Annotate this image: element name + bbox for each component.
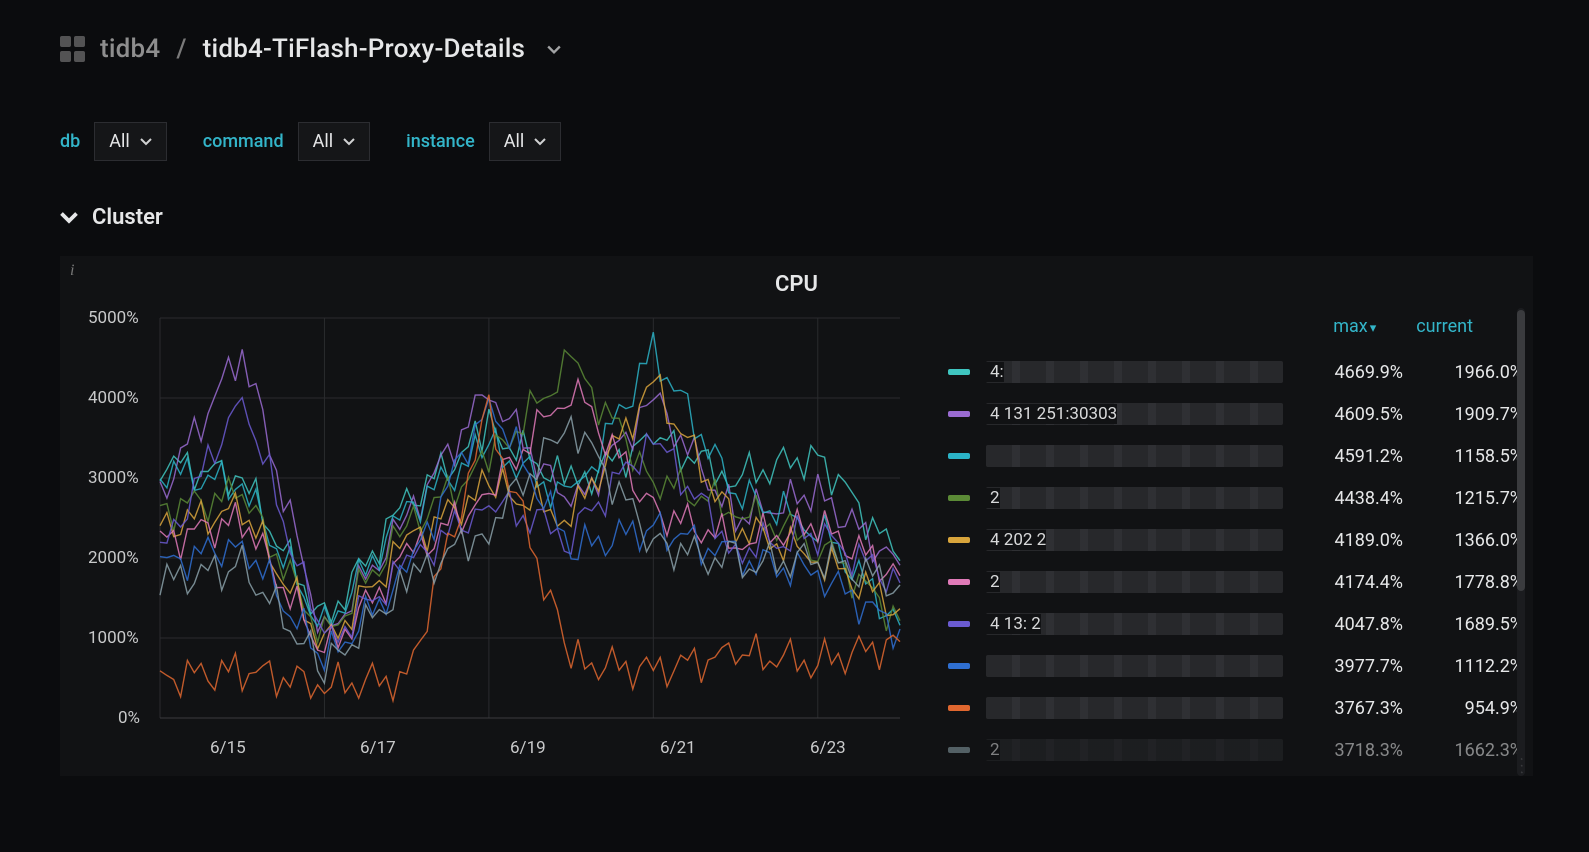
legend-max: 3977.7% [1283, 656, 1403, 677]
legend-series-name: 2 [986, 739, 1283, 761]
legend-scrollbar[interactable] [1517, 308, 1525, 776]
legend-current: 1158.5% [1403, 446, 1523, 467]
legend-max: 4174.4% [1283, 572, 1403, 593]
legend-series-name: 4 13: 2 [986, 613, 1283, 635]
legend-current: 1778.8% [1403, 572, 1523, 593]
chevron-down-icon [140, 136, 152, 148]
legend-swatch [948, 747, 970, 753]
legend-series-name: 4 131 251:30303 [986, 403, 1283, 425]
variable-select-command[interactable]: All [298, 122, 371, 161]
x-tick: 6/17 [360, 738, 396, 758]
legend-current: 954.9% [1403, 698, 1523, 719]
legend-row[interactable]: 24174.4%1778.8% [948, 565, 1523, 599]
section-title: Cluster [92, 205, 163, 230]
y-tick: 2000% [88, 548, 139, 568]
chevron-down-icon [343, 136, 355, 148]
legend-current: 1662.3% [1403, 740, 1523, 761]
legend-series-name: 2 [986, 487, 1283, 509]
legend-swatch [948, 621, 970, 627]
legend-series-name [986, 655, 1283, 677]
variable-select-db[interactable]: All [94, 122, 167, 161]
legend-max: 4047.8% [1283, 614, 1403, 635]
legend-row[interactable]: 23718.3%1662.3% [948, 733, 1523, 767]
legend-swatch [948, 369, 970, 375]
legend-max: 4609.5% [1283, 404, 1403, 425]
y-tick: 1000% [88, 628, 139, 648]
legend-current: 1909.7% [1403, 404, 1523, 425]
y-tick: 3000% [88, 468, 139, 488]
variable-instance: instance All [406, 122, 561, 161]
legend-current: 1966.0% [1403, 362, 1523, 383]
chevron-down-icon [534, 136, 546, 148]
cpu-chart[interactable]: 5000% 4000% 3000% 2000% 1000% 0% 6/15 6/… [60, 308, 910, 776]
legend-row[interactable]: 4591.2%1158.5% [948, 439, 1523, 473]
variable-value: All [313, 131, 334, 152]
legend-max: 4591.2% [1283, 446, 1403, 467]
legend-series-name [986, 697, 1283, 719]
legend-header: max▾ current [948, 316, 1523, 337]
variable-db: db All [60, 122, 167, 161]
breadcrumb-folder[interactable]: tidb4 [100, 34, 160, 64]
info-icon[interactable]: i [70, 262, 74, 280]
dashboard-icon [60, 36, 86, 62]
legend-swatch [948, 663, 970, 669]
legend-max: 3767.3% [1283, 698, 1403, 719]
legend-col-max[interactable]: max▾ [1333, 316, 1376, 337]
legend-swatch [948, 411, 970, 417]
template-variable-bar: db All command All instance All [60, 122, 1533, 161]
legend-current: 1366.0% [1403, 530, 1523, 551]
legend-max: 3718.3% [1283, 740, 1403, 761]
variable-value: All [109, 131, 130, 152]
legend-row[interactable]: 3767.3%954.9% [948, 691, 1523, 725]
legend-series-name [986, 445, 1283, 467]
variable-command: command All [203, 122, 370, 161]
legend-col-current[interactable]: current [1416, 316, 1473, 337]
legend-series-name: 4 202 2 [986, 529, 1283, 551]
section-cluster-toggle[interactable]: Cluster [60, 205, 1533, 230]
legend-row[interactable]: 4 131 251:303034609.5%1909.7% [948, 397, 1523, 431]
breadcrumb-separator: / [174, 34, 188, 64]
y-tick: 5000% [88, 308, 139, 328]
legend-row[interactable]: 3977.7%1112.2% [948, 649, 1523, 683]
x-tick: 6/23 [810, 738, 846, 758]
legend-swatch [948, 579, 970, 585]
legend-row[interactable]: 24438.4%1215.7% [948, 481, 1523, 515]
variable-value: All [504, 131, 525, 152]
legend-current: 1689.5% [1403, 614, 1523, 635]
legend-current: 1215.7% [1403, 488, 1523, 509]
chevron-down-icon [60, 209, 78, 227]
legend-row[interactable]: 4 202 24189.0%1366.0% [948, 523, 1523, 557]
variable-label: instance [406, 131, 475, 152]
legend-swatch [948, 453, 970, 459]
legend-series-name: 2 [986, 571, 1283, 593]
legend-swatch [948, 495, 970, 501]
legend-swatch [948, 705, 970, 711]
legend-swatch [948, 537, 970, 543]
panel-cpu[interactable]: i CPU 5000% 4000% 3000% 2000% 1000% 0% 6… [60, 256, 1533, 776]
variable-select-instance[interactable]: All [489, 122, 562, 161]
legend-max: 4438.4% [1283, 488, 1403, 509]
x-tick: 6/21 [660, 738, 696, 758]
breadcrumb[interactable]: tidb4 / tidb4-TiFlash-Proxy-Details [60, 34, 1533, 64]
legend-series-name: 4: [986, 361, 1283, 383]
scrollbar-thumb[interactable] [1517, 310, 1525, 591]
legend: max▾ current 4:4669.9%1966.0% 4 131 251:3… [910, 308, 1523, 776]
breadcrumb-title[interactable]: tidb4-TiFlash-Proxy-Details [203, 34, 525, 64]
legend-row[interactable]: 4 13: 24047.8%1689.5% [948, 607, 1523, 641]
y-tick: 4000% [88, 388, 139, 408]
legend-row[interactable]: 4:4669.9%1966.0% [948, 355, 1523, 389]
x-tick: 6/15 [210, 738, 246, 758]
legend-max: 4669.9% [1283, 362, 1403, 383]
x-tick: 6/19 [510, 738, 546, 758]
variable-label: db [60, 131, 80, 152]
chevron-down-icon[interactable] [547, 34, 561, 64]
y-tick: 0% [118, 708, 140, 728]
panel-title: CPU [60, 272, 1533, 297]
variable-label: command [203, 131, 284, 152]
legend-max: 4189.0% [1283, 530, 1403, 551]
legend-current: 1112.2% [1403, 656, 1523, 677]
